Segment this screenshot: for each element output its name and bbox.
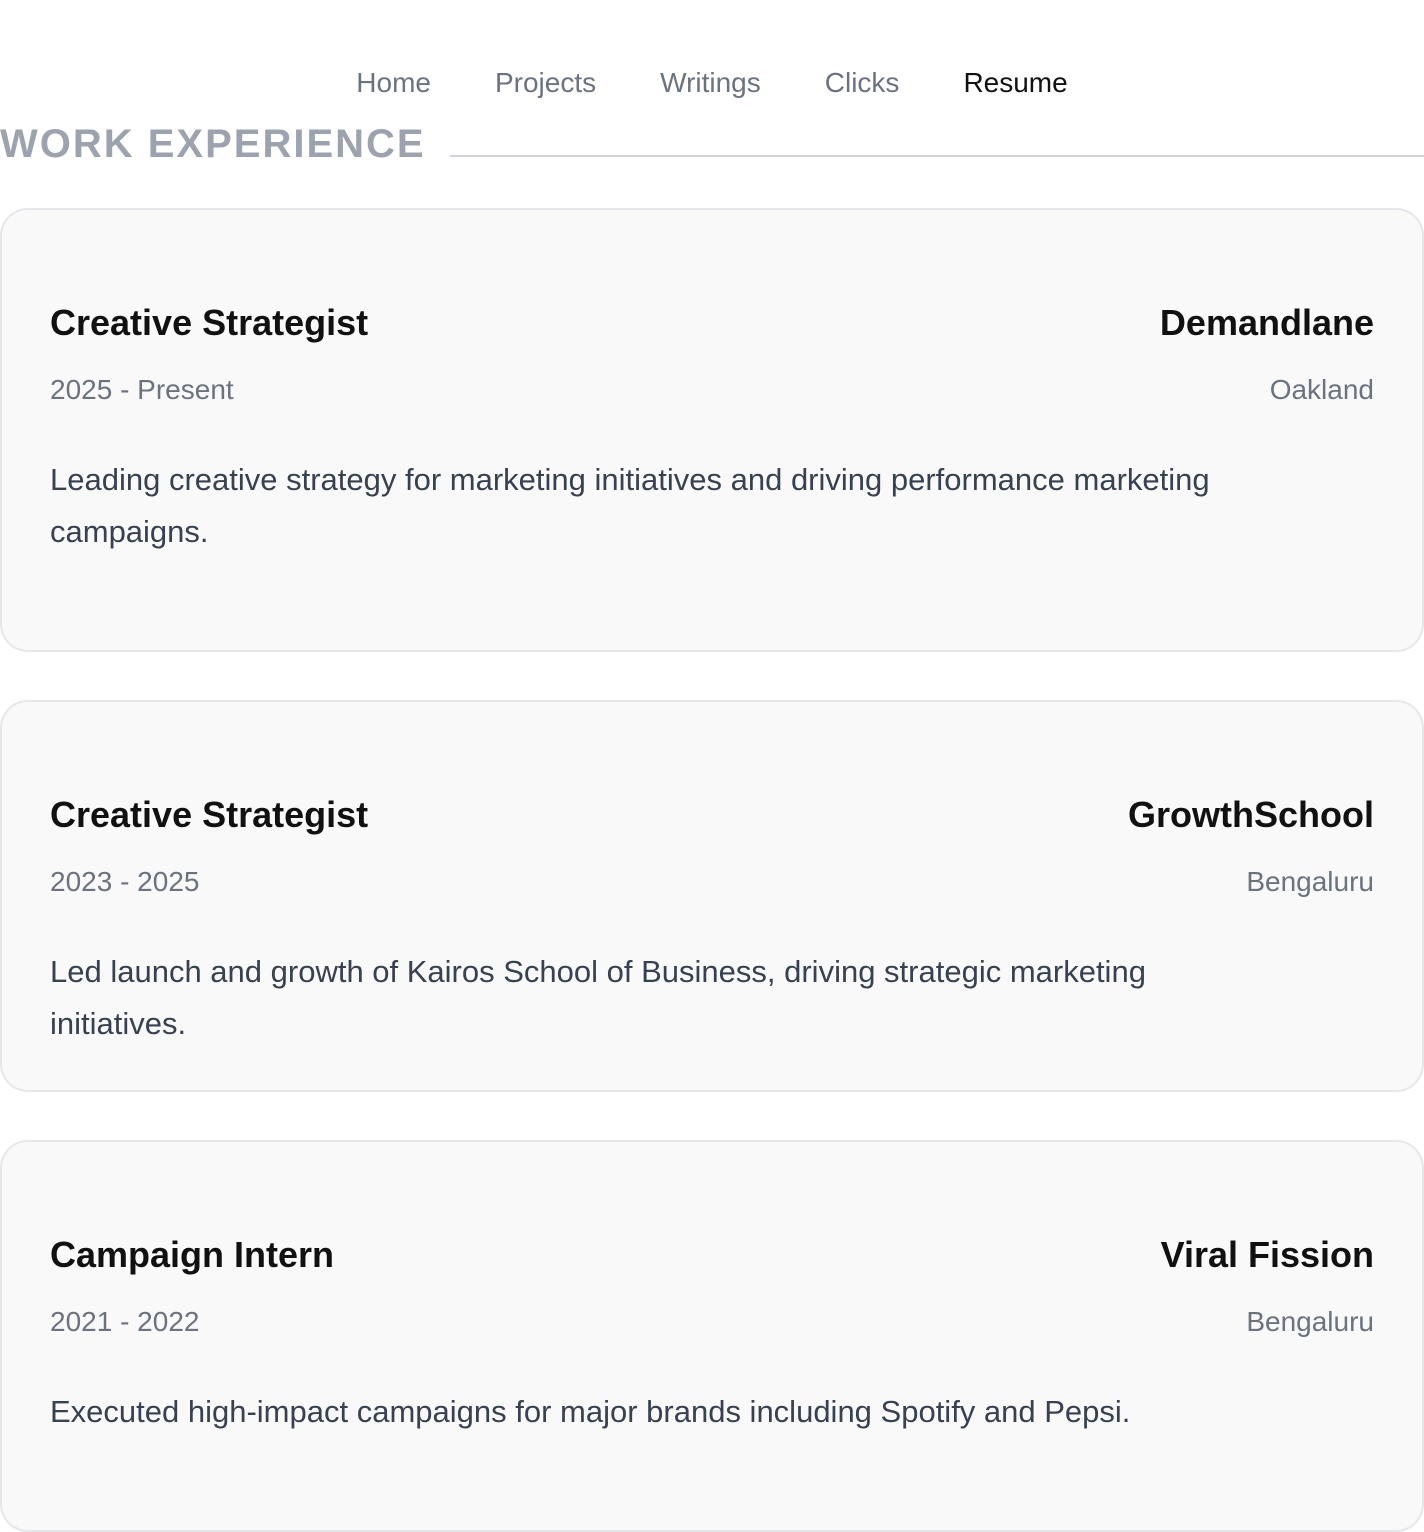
card-title-row: Creative Strategist GrowthSchool xyxy=(50,790,1374,840)
company-name: Demandlane xyxy=(1159,302,1374,343)
section-divider xyxy=(450,155,1424,157)
card-meta-row: 2021 - 2022 Bengaluru xyxy=(50,1304,1374,1340)
job-location: Bengaluru xyxy=(1246,1306,1374,1337)
job-description: Executed high-impact campaigns for major… xyxy=(50,1394,1131,1429)
card-title-row: Creative Strategist Demandlane xyxy=(50,298,1374,348)
work-experience-header: WORK EXPERIENCE xyxy=(0,118,1424,170)
top-nav: Home Projects Writings Clicks Resume xyxy=(0,60,1424,106)
job-location: Bengaluru xyxy=(1246,866,1374,897)
nav-resume[interactable]: Resume xyxy=(963,60,1067,106)
section-title: WORK EXPERIENCE xyxy=(0,122,426,166)
experience-list: Creative Strategist Demandlane 2025 - Pr… xyxy=(0,208,1424,1532)
job-dates: 2021 - 2022 xyxy=(50,1306,200,1337)
job-dates: 2025 - Present xyxy=(50,374,234,405)
company-name: GrowthSchool xyxy=(1128,794,1374,835)
card-meta-row: 2025 - Present Oakland xyxy=(50,372,1374,408)
nav-projects[interactable]: Projects xyxy=(495,60,596,106)
job-dates: 2023 - 2025 xyxy=(50,866,200,897)
company-name: Viral Fission xyxy=(1160,1234,1374,1275)
job-description: Leading creative strategy for marketing … xyxy=(50,462,1210,549)
nav-home[interactable]: Home xyxy=(356,60,431,106)
experience-card: Campaign Intern Viral Fission 2021 - 202… xyxy=(0,1140,1424,1532)
card-title-row: Campaign Intern Viral Fission xyxy=(50,1230,1374,1280)
nav-writings[interactable]: Writings xyxy=(660,60,761,106)
job-role: Creative Strategist xyxy=(50,794,369,835)
job-role: Campaign Intern xyxy=(50,1234,335,1275)
job-description: Led launch and growth of Kairos School o… xyxy=(50,954,1146,1041)
card-meta-row: 2023 - 2025 Bengaluru xyxy=(50,864,1374,900)
experience-card: Creative Strategist Demandlane 2025 - Pr… xyxy=(0,208,1424,652)
job-location: Oakland xyxy=(1269,374,1374,405)
experience-card: Creative Strategist GrowthSchool 2023 - … xyxy=(0,700,1424,1092)
nav-clicks[interactable]: Clicks xyxy=(825,60,900,106)
job-role: Creative Strategist xyxy=(50,302,369,343)
